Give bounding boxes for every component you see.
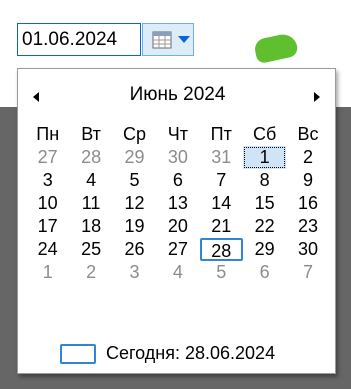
calendar-day[interactable]: 5 <box>113 169 156 192</box>
calendar-day[interactable]: 4 <box>69 169 112 192</box>
calendar-week-row: 17 18 19 20 21 22 23 <box>26 215 330 238</box>
calendar-day[interactable]: 24 <box>26 238 69 261</box>
calendar-day[interactable]: 9 <box>286 169 329 192</box>
calendar-day[interactable]: 28 <box>199 238 243 261</box>
weekday-header: Вт <box>81 124 101 144</box>
weekday-header: Ср <box>122 124 146 144</box>
calendar-day[interactable]: 21 <box>200 215 243 238</box>
calendar-day[interactable]: 7 <box>200 169 243 192</box>
today-marker-icon <box>60 344 96 364</box>
calendar-day[interactable]: 29 <box>113 146 156 169</box>
calendar-day[interactable]: 16 <box>286 192 329 215</box>
calendar-day[interactable]: 6 <box>156 169 199 192</box>
calendar-day[interactable]: 10 <box>26 192 69 215</box>
calendar-dropdown-button[interactable] <box>142 23 194 56</box>
calendar-weeks: 27 28 29 30 31 1 2 3 4 5 6 7 8 9 10 11 12 13 14 15 16 17 18 19 2… <box>26 146 330 284</box>
calendar-day[interactable]: 8 <box>243 169 286 192</box>
calendar-day[interactable]: 30 <box>156 146 199 169</box>
weekday-header: Сб <box>252 124 277 144</box>
calendar-day[interactable]: 17 <box>26 215 69 238</box>
calendar-day[interactable]: 2 <box>69 261 112 284</box>
calendar-day[interactable]: 22 <box>243 215 286 238</box>
calendar-popup: Июнь 2024 Пн Вт Ср Чт Пт Сб Вс 27 28 29 30 3… <box>17 68 336 374</box>
background-green-shape <box>252 31 300 65</box>
calendar-day[interactable]: 18 <box>69 215 112 238</box>
calendar-week-row: 1234567 <box>26 261 330 284</box>
calendar-day[interactable]: 13 <box>156 192 199 215</box>
calendar-day[interactable]: 28 <box>69 146 112 169</box>
calendar-day[interactable]: 26 <box>113 238 156 261</box>
calendar-day[interactable]: 1 <box>26 261 69 284</box>
calendar-day[interactable]: 27 <box>26 146 69 169</box>
calendar-day[interactable]: 14 <box>200 192 243 215</box>
chevron-down-icon <box>178 36 190 43</box>
calendar-day[interactable]: 6 <box>243 261 286 284</box>
calendar-day[interactable]: 12 <box>113 192 156 215</box>
calendar-day[interactable]: 7 <box>286 261 329 284</box>
weekday-header: Чт <box>167 124 188 144</box>
calendar-day[interactable]: 27 <box>156 238 199 261</box>
calendar-day[interactable]: 20 <box>156 215 199 238</box>
weekday-header-row: Пн Вт Ср Чт Пт Сб Вс <box>26 123 330 146</box>
calendar-day[interactable]: 4 <box>156 261 199 284</box>
calendar-day[interactable]: 2 <box>286 146 329 169</box>
calendar-week-row: 10 11 12 13 14 15 16 <box>26 192 330 215</box>
calendar-day[interactable]: 3 <box>26 169 69 192</box>
weekday-header: Пн <box>36 124 60 144</box>
calendar-day[interactable]: 5 <box>200 261 243 284</box>
calendar-day[interactable]: 19 <box>113 215 156 238</box>
calendar-day[interactable]: 29 <box>243 238 286 261</box>
calendar-day[interactable]: 15 <box>243 192 286 215</box>
calendar-icon <box>152 31 172 49</box>
chevron-right-icon[interactable] <box>314 92 320 102</box>
month-title[interactable]: Июнь 2024 <box>18 84 337 106</box>
date-input[interactable]: 01.06.2024 <box>17 23 141 56</box>
calendar-grid: Пн Вт Ср Чт Пт Сб Вс 27 28 29 30 31 1 2 3 4 5 6 7 8 9… <box>26 123 330 284</box>
today-label[interactable]: Сегодня: 28.06.2024 <box>106 343 275 364</box>
calendar-day[interactable]: 1 <box>242 146 287 169</box>
calendar-day[interactable]: 23 <box>286 215 329 238</box>
weekday-header: Вс <box>297 124 319 144</box>
calendar-week-row: 24 25 26 27 28 29 30 <box>26 238 330 261</box>
calendar-day[interactable]: 30 <box>286 238 329 261</box>
calendar-day[interactable]: 3 <box>113 261 156 284</box>
calendar-day[interactable]: 11 <box>69 192 112 215</box>
calendar-week-row: 3456789 <box>26 169 330 192</box>
calendar-day[interactable]: 25 <box>69 238 112 261</box>
weekday-header: Пт <box>210 124 232 144</box>
calendar-day[interactable]: 31 <box>200 146 243 169</box>
calendar-week-row: 27 28 29 30 31 1 2 <box>26 146 330 169</box>
